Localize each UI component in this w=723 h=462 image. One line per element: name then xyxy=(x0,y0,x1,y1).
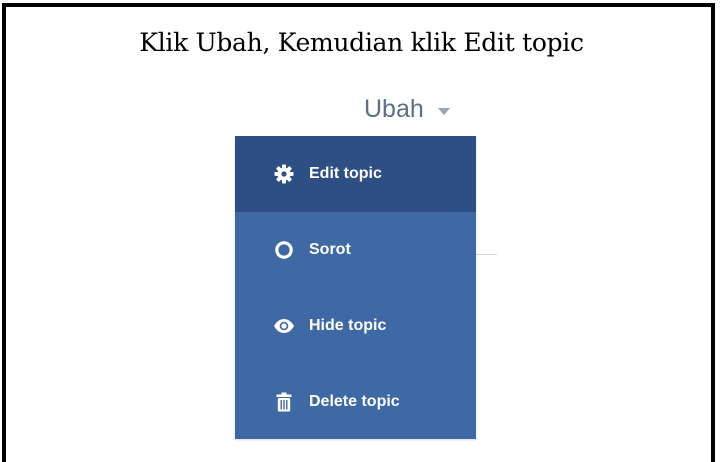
ubah-label: Ubah xyxy=(364,94,424,123)
menu-item-label: Edit topic xyxy=(309,165,382,182)
trash-icon xyxy=(273,391,295,413)
ubah-dropdown-toggle[interactable]: Ubah xyxy=(364,92,450,126)
caret-down-icon xyxy=(437,107,450,115)
divider-line xyxy=(475,254,497,255)
menu-item-label: Hide topic xyxy=(309,317,387,334)
menu-item-label: Sorot xyxy=(309,241,351,258)
circle-outline-icon xyxy=(273,239,295,261)
instruction-caption: Klik Ubah, Kemudian klik Edit topic xyxy=(139,28,584,57)
menu-item-sorot[interactable]: Sorot xyxy=(235,212,476,288)
menu-item-hide-topic[interactable]: Hide topic xyxy=(235,288,476,364)
eye-icon xyxy=(273,315,295,337)
menu-item-label: Delete topic xyxy=(309,393,400,410)
menu-item-delete-topic[interactable]: Delete topic xyxy=(235,364,476,440)
ubah-dropdown-menu: Edit topic Sorot Hide topic Delete topic xyxy=(235,136,476,439)
gear-icon xyxy=(273,163,295,185)
menu-item-edit-topic[interactable]: Edit topic xyxy=(235,136,476,212)
